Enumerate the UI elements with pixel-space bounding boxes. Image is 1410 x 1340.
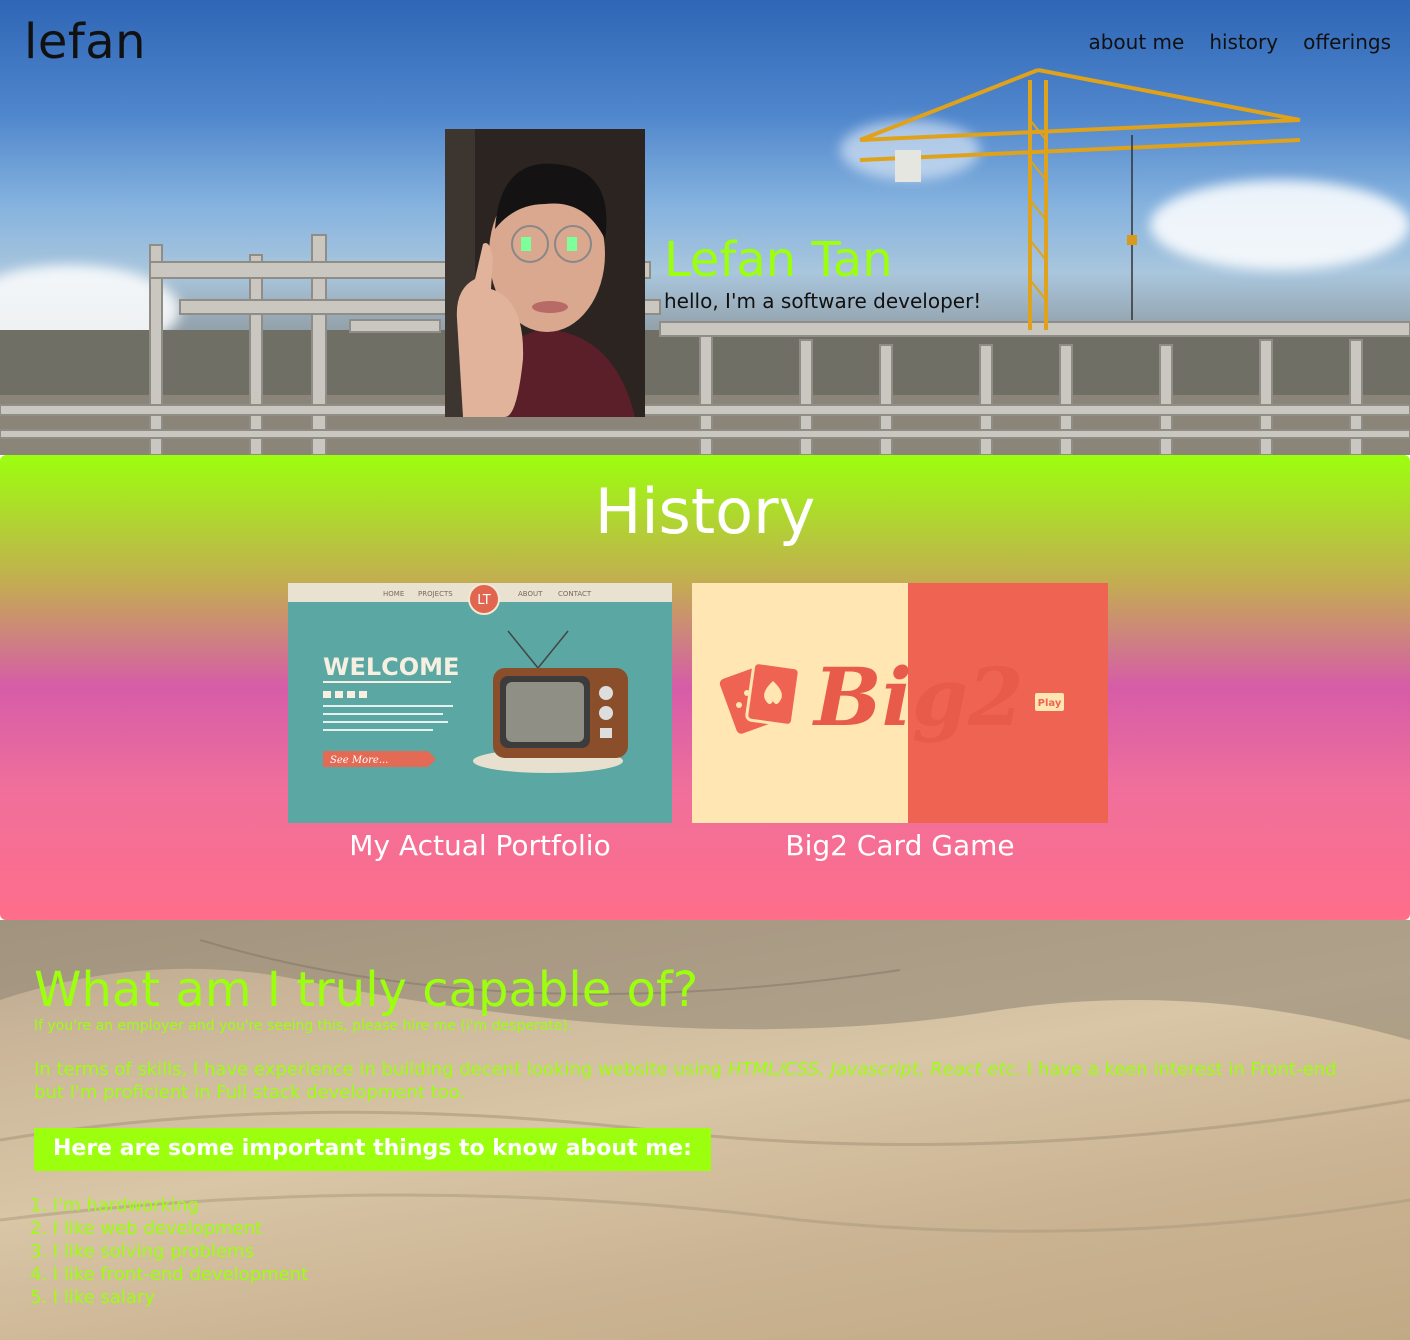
list-item: 1. I'm hardworking bbox=[30, 1195, 199, 1216]
employer-note: If you're an employer and you're seeing … bbox=[34, 1018, 573, 1034]
list-item: 2. I like web development bbox=[30, 1218, 263, 1239]
hero-section: lefan about me history offerings Lefan T… bbox=[0, 0, 1410, 455]
capabilities-heading: What am I truly capable of? bbox=[34, 962, 699, 1018]
skills-tech: HTML/CSS, Javascript, React etc. bbox=[727, 1059, 1022, 1080]
list-item: 5. I like salary bbox=[30, 1287, 155, 1308]
thumb-see-more: See More... bbox=[330, 755, 388, 766]
brand-logo[interactable]: lefan bbox=[24, 14, 146, 70]
portfolio-screenshot: HOME PROJECTS ABOUT CONTACT LT WELCOME S… bbox=[288, 583, 672, 823]
project-caption-big2[interactable]: Big2 Card Game bbox=[692, 829, 1108, 862]
thumb-nav-home: HOME bbox=[383, 590, 404, 598]
project-caption-portfolio[interactable]: My Actual Portfolio bbox=[288, 829, 672, 862]
big2-title: Big2 bbox=[812, 650, 1024, 744]
history-title: History bbox=[594, 475, 816, 548]
history-section: History HOME PROJECTS ABOUT CONTACT LT W… bbox=[0, 455, 1410, 920]
skills-paragraph: In terms of skills, I have experience in… bbox=[34, 1058, 1354, 1104]
project-card-portfolio[interactable]: HOME PROJECTS ABOUT CONTACT LT WELCOME S… bbox=[288, 583, 672, 862]
big2-play-button: Play bbox=[1038, 698, 1062, 709]
facts-list: 1. I'm hardworking 2. I like web develop… bbox=[30, 1194, 308, 1309]
capabilities-section: What am I truly capable of? If you're an… bbox=[0, 920, 1410, 1340]
thumb-nav-projects: PROJECTS bbox=[418, 590, 453, 598]
big2-thumbnail[interactable]: Big2 Play bbox=[692, 583, 1108, 823]
list-item: 3. I like solving problems bbox=[30, 1241, 254, 1262]
hero-name: Lefan Tan bbox=[664, 232, 893, 288]
thumb-heading: WELCOME bbox=[323, 653, 459, 681]
thumb-logo: LT bbox=[477, 593, 490, 608]
nav-offerings[interactable]: offerings bbox=[1303, 30, 1391, 54]
important-banner: Here are some important things to know a… bbox=[34, 1128, 711, 1171]
profile-photo bbox=[445, 129, 645, 417]
hero-tagline: hello, I'm a software developer! bbox=[664, 289, 982, 313]
big2-screenshot: Big2 Play bbox=[692, 583, 1108, 823]
project-card-big2[interactable]: Big2 Play Big2 Card Game bbox=[692, 583, 1108, 862]
avatar bbox=[445, 129, 645, 417]
nav-history[interactable]: history bbox=[1209, 30, 1278, 54]
thumb-nav-contact: CONTACT bbox=[558, 590, 592, 598]
portfolio-thumbnail[interactable]: HOME PROJECTS ABOUT CONTACT LT WELCOME S… bbox=[288, 583, 672, 823]
nav-about-me[interactable]: about me bbox=[1088, 30, 1184, 54]
skills-text-pre: In terms of skills, I have experience in… bbox=[34, 1059, 728, 1080]
thumb-nav-about: ABOUT bbox=[518, 590, 543, 598]
crane-photo bbox=[859, 68, 1301, 330]
main-nav: about me history offerings bbox=[1088, 30, 1391, 54]
capabilities-content: What am I truly capable of? If you're an… bbox=[34, 962, 1354, 1171]
list-item: 4. I like front-end development bbox=[30, 1264, 309, 1285]
